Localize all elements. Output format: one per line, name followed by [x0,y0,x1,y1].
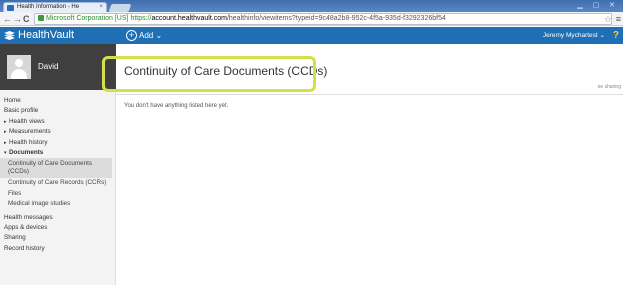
browser-toolbar: ← → C Microsoft Corporation [US] https:/… [0,12,623,26]
user-name: Jeremy Mychartest [542,32,598,39]
sidebar-item-basic-profile[interactable]: Basic profile [0,106,116,116]
sidebar-item-home[interactable]: Home [0,96,116,106]
help-icon[interactable]: ? [613,28,619,43]
browser-menu-icon[interactable]: ≡ [616,12,621,26]
sidebar-item-measurements[interactable]: ▸ Measurements [0,127,116,137]
sidebar-item-health-messages[interactable]: Health messages [0,213,116,223]
app-logo-text[interactable]: HealthVault [18,28,74,43]
lock-icon [38,15,44,21]
forward-icon[interactable]: → [13,13,22,25]
empty-state-message: You don't have anything listed here yet. [124,103,229,109]
chevron-down-icon: ⌄ [155,31,163,40]
sidebar-nav: Home Basic profile ▸ Health views ▸ Measur… [0,96,116,254]
tab-title: Health Information - He [17,4,80,10]
url-scheme: https:// [130,15,152,22]
address-bar[interactable]: Microsoft Corporation [US] https://accou… [34,13,612,25]
sharing-link[interactable]: ee sharing [598,84,621,90]
sidebar-item-health-views[interactable]: ▸ Health views [0,117,116,127]
add-menu-button[interactable]: + Add ⌄ [126,29,162,42]
main-content: Continuity of Care Documents (CCDs) ee s… [102,44,623,285]
url-host: account.healthvault.com [151,15,227,22]
healthvault-favicon-icon [7,5,14,11]
title-highlight [102,56,316,92]
close-tab-icon[interactable]: × [99,3,103,12]
add-label: Add [139,31,154,40]
profile-name: David [38,62,59,71]
sidebar-item-apps-devices[interactable]: Apps & devices [0,223,116,233]
user-menu[interactable]: Jeremy Mychartest ⌄ [543,30,605,42]
divider [116,94,623,95]
add-plus-icon: + [126,30,137,41]
sidebar-item-sharing[interactable]: Sharing [0,233,116,243]
browser-tab[interactable]: Health Information - He × [3,2,107,12]
app-header: HealthVault + Add ⌄ Jeremy Mychartest ⌄ ? [0,27,623,44]
avatar [7,55,31,79]
new-tab-button[interactable] [108,4,132,12]
sidebar-item-medical-image-studies[interactable]: Medical image studies [0,199,116,209]
ev-certificate-label: Microsoft Corporation [US] [46,15,129,22]
reload-icon[interactable]: C [23,13,30,25]
browser-tab-strip: Health Information - He × ▁ ▢ ✕ [0,0,623,12]
url-path: /healthinfo/viewitems?typeid=9c48a2b8-95… [226,15,446,22]
sidebar-item-documents[interactable]: ▾ Documents [0,148,116,158]
healthvault-logo-icon [4,31,15,40]
sidebar-item-ccds[interactable]: Continuity of Care Documents (CCDs) [0,158,112,179]
profile-switcher[interactable]: David [0,44,116,90]
sidebar: David Home Basic profile ▸ Health views ▸… [0,44,116,285]
bookmark-star-icon[interactable]: ☆ [604,12,612,26]
window-controls[interactable]: ▁ ▢ ✕ [577,1,619,9]
chevron-down-icon: ⌄ [599,32,605,39]
sidebar-item-ccrs[interactable]: Continuity of Care Records (CCRs) [0,178,116,188]
sidebar-item-health-history[interactable]: ▸ Health history [0,138,116,148]
back-icon[interactable]: ← [3,13,12,25]
sidebar-item-record-history[interactable]: Record history [0,244,116,254]
sidebar-item-files[interactable]: Files [0,189,116,199]
